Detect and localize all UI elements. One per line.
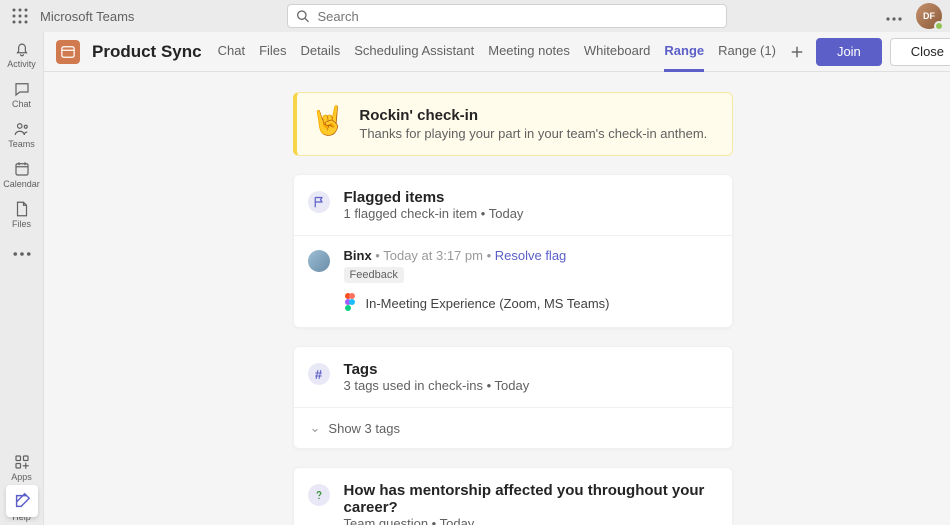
banner-title: Rockin' check-in xyxy=(359,107,707,124)
figma-link[interactable]: In-Meeting Experience (Zoom, MS Teams) xyxy=(366,296,610,311)
reply-author: Binx xyxy=(344,248,372,263)
rail-apps[interactable]: Apps xyxy=(0,449,44,485)
feedback-chip: Feedback xyxy=(344,267,404,283)
tags-card: # Tags 3 tags used in check-ins • Today … xyxy=(293,346,733,449)
chat-icon xyxy=(13,80,31,98)
question-icon xyxy=(308,484,330,506)
avatar-binx xyxy=(308,250,330,272)
meeting-tabs: Chat Files Details Scheduling Assistant … xyxy=(218,32,804,72)
app-rail: Activity Chat Teams Calendar Files Apps xyxy=(0,32,44,525)
rail-more[interactable] xyxy=(0,236,44,272)
join-button[interactable]: Join xyxy=(816,38,882,66)
tags-subtitle: 3 tags used in check-ins • Today xyxy=(344,378,530,393)
app-title: Microsoft Teams xyxy=(40,9,134,24)
files-icon xyxy=(13,200,31,218)
close-button[interactable]: Close xyxy=(890,38,950,66)
rail-label: Apps xyxy=(11,472,32,482)
flag-icon xyxy=(308,191,330,213)
compose-icon xyxy=(13,492,31,510)
banner-subtitle: Thanks for playing your part in your tea… xyxy=(359,126,707,141)
tab-details[interactable]: Details xyxy=(301,32,341,72)
teams-icon xyxy=(13,120,31,138)
reply-meta: • Today at 3:17 pm • xyxy=(372,248,495,263)
rail-calendar[interactable]: Calendar xyxy=(0,156,44,192)
rail-files[interactable]: Files xyxy=(0,196,44,232)
chevron-down-icon: ⌄ xyxy=(310,420,321,436)
rock-hand-icon: 🤘 xyxy=(311,107,346,135)
calendar-icon xyxy=(13,160,31,178)
app-grid-icon[interactable] xyxy=(8,8,32,24)
meeting-thumbnail-icon xyxy=(56,40,80,64)
tab-range-1[interactable]: Range (1) xyxy=(718,32,776,72)
meeting-title: Product Sync xyxy=(92,42,202,62)
range-feed: 🤘 Rockin' check-in Thanks for playing yo… xyxy=(44,72,950,525)
rail-activity[interactable]: Activity xyxy=(0,36,44,72)
flagged-reply: Binx • Today at 3:17 pm • Resolve flag F… xyxy=(294,236,732,327)
tab-files[interactable]: Files xyxy=(259,32,286,72)
rockin-checkin-banner: 🤘 Rockin' check-in Thanks for playing yo… xyxy=(293,92,733,156)
ellipsis-icon xyxy=(13,245,31,263)
tab-meeting-notes[interactable]: Meeting notes xyxy=(488,32,570,72)
presence-available-icon xyxy=(934,21,944,31)
compose-button[interactable] xyxy=(6,485,38,517)
tab-whiteboard[interactable]: Whiteboard xyxy=(584,32,650,72)
hash-icon: # xyxy=(308,363,330,385)
tab-range[interactable]: Range xyxy=(664,32,704,72)
tab-chat[interactable]: Chat xyxy=(218,32,245,72)
meeting-header: Product Sync Chat Files Details Scheduli… xyxy=(44,32,950,72)
figma-icon xyxy=(344,293,358,313)
tags-title: Tags xyxy=(344,361,530,378)
search-input[interactable] xyxy=(318,9,719,24)
rail-teams[interactable]: Teams xyxy=(0,116,44,152)
rail-label: Chat xyxy=(12,99,31,109)
avatar-initials: DF xyxy=(923,11,935,21)
flagged-title: Flagged items xyxy=(344,189,524,206)
show-tags-button[interactable]: ⌄ Show 3 tags xyxy=(294,408,732,448)
show-tags-label: Show 3 tags xyxy=(328,421,400,436)
mentorship-card: How has mentorship affected you througho… xyxy=(293,467,733,525)
flagged-items-card: Flagged items 1 flagged check-in item • … xyxy=(293,174,733,328)
plus-icon xyxy=(790,45,804,59)
mentorship-title: How has mentorship affected you througho… xyxy=(344,482,716,516)
rail-chat[interactable]: Chat xyxy=(0,76,44,112)
flagged-subtitle: 1 flagged check-in item • Today xyxy=(344,206,524,221)
rail-label: Teams xyxy=(8,139,35,149)
more-options-icon[interactable] xyxy=(880,8,908,24)
bell-icon xyxy=(13,40,31,58)
rail-label: Files xyxy=(12,219,31,229)
resolve-flag-link[interactable]: Resolve flag xyxy=(495,248,567,263)
apps-icon xyxy=(13,453,31,471)
mentorship-subtitle: Team question • Today xyxy=(344,516,716,525)
profile-avatar[interactable]: DF xyxy=(916,3,942,29)
add-tab-button[interactable] xyxy=(790,32,804,72)
search-icon xyxy=(296,9,309,23)
rail-label: Activity xyxy=(7,59,36,69)
rail-label: Calendar xyxy=(3,179,40,189)
global-search[interactable] xyxy=(287,4,727,28)
tab-scheduling-assistant[interactable]: Scheduling Assistant xyxy=(354,32,474,72)
